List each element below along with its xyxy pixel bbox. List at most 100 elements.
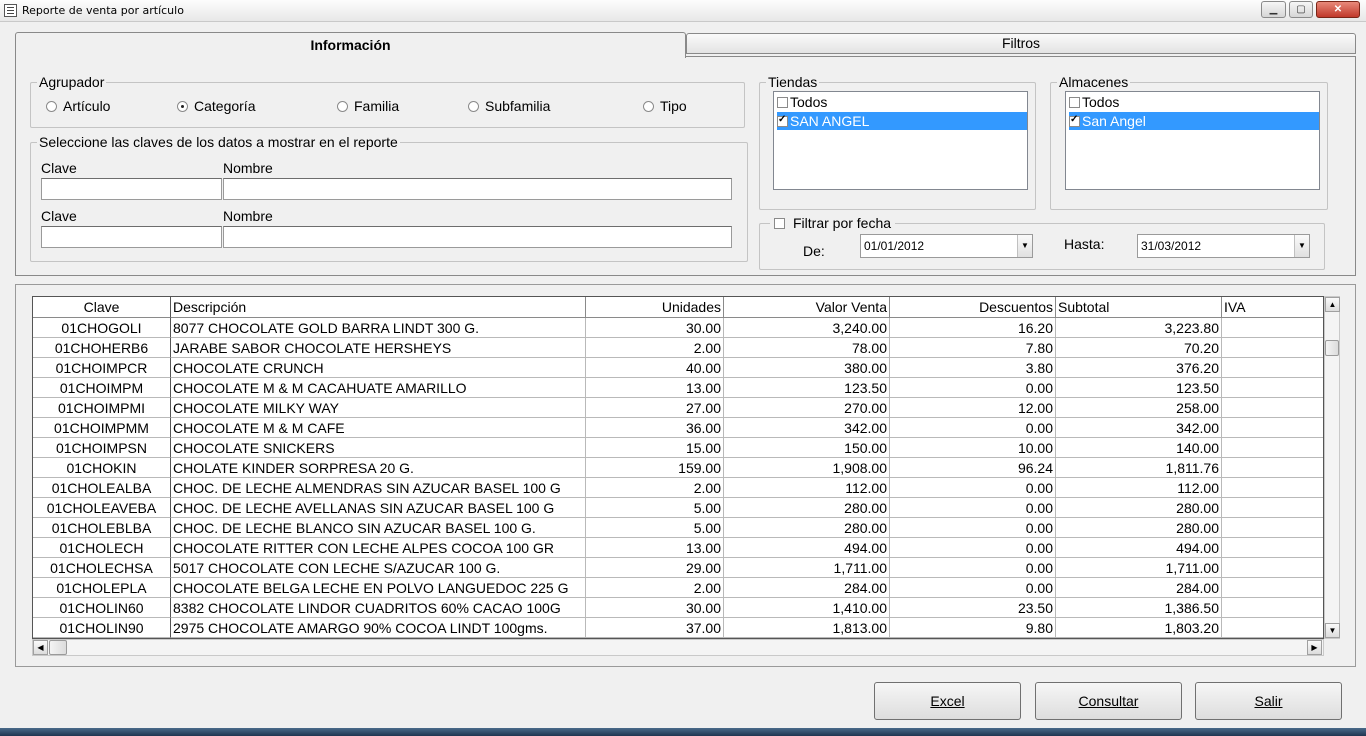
cell-subtotal[interactable]: 280.00 xyxy=(1056,518,1222,538)
table-row[interactable]: 01CHOLEPLA CHOCOLATE BELGA LECHE EN POLVO… xyxy=(33,578,1323,598)
cell-subtotal[interactable]: 494.00 xyxy=(1056,538,1222,558)
column-header-descuentos[interactable]: Descuentos xyxy=(890,297,1056,318)
table-row[interactable]: 01CHOLEBLBA CHOC. DE LECHE BLANCO SIN AZU… xyxy=(33,518,1323,538)
table-row[interactable]: 01CHOIMPSN CHOCOLATE SNICKERS 15.00 150.00 1… xyxy=(33,438,1323,458)
close-button[interactable]: ✕ xyxy=(1316,1,1360,18)
cell-clave[interactable]: 01CHOLEALBA xyxy=(33,478,171,498)
cell-unidades[interactable]: 27.00 xyxy=(586,398,724,418)
cell-clave[interactable]: 01CHOIMPCR xyxy=(33,358,171,378)
fecha-hasta-combo[interactable]: 31/03/2012 ▼ xyxy=(1137,234,1310,258)
chevron-down-icon[interactable]: ▼ xyxy=(1294,235,1309,257)
cell-valor-venta[interactable]: 380.00 xyxy=(724,358,890,378)
cell-subtotal[interactable]: 1,803.20 xyxy=(1056,618,1222,638)
cell-unidades[interactable]: 5.00 xyxy=(586,518,724,538)
table-row[interactable]: 01CHOLEALBA CHOC. DE LECHE ALMENDRAS SIN … xyxy=(33,478,1323,498)
cell-subtotal[interactable]: 70.20 xyxy=(1056,338,1222,358)
almacenes-item-todos[interactable]: Todos xyxy=(1069,93,1319,111)
tab-informacion[interactable]: Información xyxy=(15,32,686,58)
cell-valor-venta[interactable]: 1,813.00 xyxy=(724,618,890,638)
cell-unidades[interactable]: 2.00 xyxy=(586,478,724,498)
cell-unidades[interactable]: 30.00 xyxy=(586,598,724,618)
cell-subtotal[interactable]: 284.00 xyxy=(1056,578,1222,598)
cell-descuentos[interactable]: 10.00 xyxy=(890,438,1056,458)
cell-descripcion[interactable]: CHOCOLATE BELGA LECHE EN POLVO LANGUEDOC… xyxy=(171,578,586,598)
horizontal-scroll-thumb[interactable] xyxy=(49,640,67,655)
cell-clave[interactable]: 01CHOKIN xyxy=(33,458,171,478)
table-row[interactable]: 01CHOLIN90 2975 CHOCOLATE AMARGO 90% COCO… xyxy=(33,618,1323,638)
chevron-down-icon[interactable]: ▼ xyxy=(1017,235,1032,257)
scroll-right-icon[interactable]: ▶ xyxy=(1307,640,1322,655)
cell-unidades[interactable]: 159.00 xyxy=(586,458,724,478)
cell-descuentos[interactable]: 12.00 xyxy=(890,398,1056,418)
cell-clave[interactable]: 01CHOLECH xyxy=(33,538,171,558)
cell-descuentos[interactable]: 3.80 xyxy=(890,358,1056,378)
cell-iva[interactable] xyxy=(1222,438,1323,458)
cell-subtotal[interactable]: 342.00 xyxy=(1056,418,1222,438)
cell-subtotal[interactable]: 112.00 xyxy=(1056,478,1222,498)
cell-clave[interactable]: 01CHOIMPMI xyxy=(33,398,171,418)
cell-descuentos[interactable]: 0.00 xyxy=(890,538,1056,558)
cell-descuentos[interactable]: 7.80 xyxy=(890,338,1056,358)
cell-clave[interactable]: 01CHOHERB6 xyxy=(33,338,171,358)
scroll-left-icon[interactable]: ◀ xyxy=(33,640,48,655)
cell-iva[interactable] xyxy=(1222,618,1323,638)
cell-unidades[interactable]: 40.00 xyxy=(586,358,724,378)
table-row[interactable]: 01CHOIMPCR CHOCOLATE CRUNCH 40.00 380.00 3.8… xyxy=(33,358,1323,378)
cell-descripcion[interactable]: 5017 CHOCOLATE CON LECHE S/AZUCAR 100 G. xyxy=(171,558,586,578)
checkbox-icon[interactable] xyxy=(1069,96,1080,108)
cell-iva[interactable] xyxy=(1222,558,1323,578)
column-header-valor-venta[interactable]: Valor Venta xyxy=(724,297,890,318)
cell-unidades[interactable]: 13.00 xyxy=(586,538,724,558)
cell-valor-venta[interactable]: 1,410.00 xyxy=(724,598,890,618)
cell-descripcion[interactable]: CHOC. DE LECHE BLANCO SIN AZUCAR BASEL 1… xyxy=(171,518,586,538)
salir-button[interactable]: Salir xyxy=(1195,682,1342,720)
nombre-input-1[interactable] xyxy=(223,178,732,200)
cell-subtotal[interactable]: 140.00 xyxy=(1056,438,1222,458)
clave-input-2[interactable] xyxy=(41,226,222,248)
cell-iva[interactable] xyxy=(1222,478,1323,498)
cell-valor-venta[interactable]: 1,711.00 xyxy=(724,558,890,578)
cell-iva[interactable] xyxy=(1222,458,1323,478)
cell-descripcion[interactable]: 8382 CHOCOLATE LINDOR CUADRITOS 60% CACA… xyxy=(171,598,586,618)
cell-unidades[interactable]: 29.00 xyxy=(586,558,724,578)
cell-clave[interactable]: 01CHOLIN60 xyxy=(33,598,171,618)
cell-unidades[interactable]: 30.00 xyxy=(586,318,724,338)
table-row[interactable]: 01CHOIMPMI CHOCOLATE MILKY WAY 27.00 270.00… xyxy=(33,398,1323,418)
cell-descripcion[interactable]: CHOCOLATE SNICKERS xyxy=(171,438,586,458)
almacenes-listbox[interactable]: Todos San Angel xyxy=(1065,91,1320,190)
table-row[interactable]: 01CHOIMPMM CHOCOLATE M & M CAFE 36.00 342.0… xyxy=(33,418,1323,438)
cell-subtotal[interactable]: 1,386.50 xyxy=(1056,598,1222,618)
cell-valor-venta[interactable]: 3,240.00 xyxy=(724,318,890,338)
table-row[interactable]: 01CHOLECHSA 5017 CHOCOLATE CON LECHE S/AZ… xyxy=(33,558,1323,578)
cell-descripcion[interactable]: JARABE SABOR CHOCOLATE HERSHEYS xyxy=(171,338,586,358)
cell-descripcion[interactable]: CHOCOLATE CRUNCH xyxy=(171,358,586,378)
radio-subfamilia[interactable]: Subfamilia xyxy=(468,98,550,114)
cell-clave[interactable]: 01CHOLEBLBA xyxy=(33,518,171,538)
scroll-up-icon[interactable]: ▲ xyxy=(1325,297,1340,312)
cell-descuentos[interactable]: 0.00 xyxy=(890,578,1056,598)
cell-descripcion[interactable]: 2975 CHOCOLATE AMARGO 90% COCOA LINDT 10… xyxy=(171,618,586,638)
radio-familia[interactable]: Familia xyxy=(337,98,399,114)
excel-button[interactable]: Excel xyxy=(874,682,1021,720)
vertical-scroll-thumb[interactable] xyxy=(1325,340,1339,356)
cell-iva[interactable] xyxy=(1222,358,1323,378)
cell-descripcion[interactable]: CHOCOLATE RITTER CON LECHE ALPES COCOA 1… xyxy=(171,538,586,558)
cell-descuentos[interactable]: 0.00 xyxy=(890,378,1056,398)
radio-articulo[interactable]: Artículo xyxy=(46,98,110,114)
cell-descuentos[interactable]: 16.20 xyxy=(890,318,1056,338)
checkbox-icon[interactable] xyxy=(774,217,785,229)
checkbox-icon[interactable] xyxy=(777,96,788,108)
cell-iva[interactable] xyxy=(1222,578,1323,598)
cell-valor-venta[interactable]: 112.00 xyxy=(724,478,890,498)
cell-clave[interactable]: 01CHOIMPMM xyxy=(33,418,171,438)
cell-iva[interactable] xyxy=(1222,418,1323,438)
cell-valor-venta[interactable]: 342.00 xyxy=(724,418,890,438)
cell-subtotal[interactable]: 1,711.00 xyxy=(1056,558,1222,578)
cell-clave[interactable]: 01CHOIMPM xyxy=(33,378,171,398)
vertical-scrollbar[interactable]: ▲ ▼ xyxy=(1324,296,1340,639)
scroll-down-icon[interactable]: ▼ xyxy=(1325,623,1340,638)
cell-iva[interactable] xyxy=(1222,538,1323,558)
filtrar-fecha-checkbox[interactable]: Filtrar por fecha xyxy=(770,215,896,231)
cell-iva[interactable] xyxy=(1222,598,1323,618)
cell-descuentos[interactable]: 0.00 xyxy=(890,558,1056,578)
